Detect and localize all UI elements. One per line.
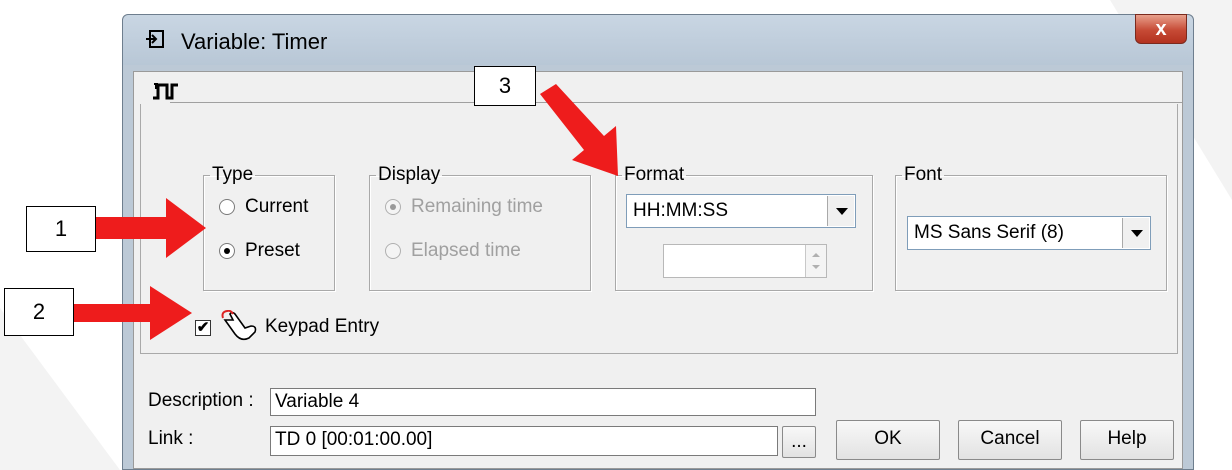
settings-panel: Type Current Preset Display Remaining ti… <box>140 104 1178 354</box>
window-icon <box>146 30 164 48</box>
display-option-remaining: Remaining time <box>385 196 543 218</box>
format-legend: Format <box>624 164 685 185</box>
radio-current[interactable] <box>219 199 235 215</box>
format-select[interactable]: HH:MM:SS <box>626 194 856 228</box>
display-option-elapsed: Elapsed time <box>385 240 521 262</box>
type-legend: Type <box>212 164 254 185</box>
font-select[interactable]: MS Sans Serif (8) <box>907 216 1151 250</box>
ok-button[interactable]: OK <box>836 420 940 460</box>
format-selected-value: HH:MM:SS <box>633 200 728 221</box>
display-legend: Display <box>378 164 441 185</box>
dialog-client: Type Current Preset Display Remaining ti… <box>133 71 1183 469</box>
link-label: Link : <box>148 428 194 449</box>
help-button[interactable]: Help <box>1080 420 1174 460</box>
annotation-3: 3 <box>474 66 536 106</box>
close-button[interactable]: x <box>1135 14 1187 44</box>
tab-divider <box>170 102 1182 103</box>
keypad-hand-icon <box>221 310 257 341</box>
type-option-preset[interactable]: Preset <box>219 240 300 262</box>
format-spin-field[interactable] <box>663 244 827 278</box>
annotation-1: 1 <box>26 206 96 252</box>
radio-preset[interactable] <box>219 243 235 259</box>
font-selected-value: MS Sans Serif (8) <box>914 222 1064 243</box>
type-option-current[interactable]: Current <box>219 196 308 218</box>
keypad-label: Keypad Entry <box>265 316 380 337</box>
cancel-button[interactable]: Cancel <box>958 420 1062 460</box>
timer-pulse-icon[interactable] <box>152 82 180 100</box>
annotation-2: 2 <box>4 288 74 336</box>
title-bar: Variable: Timer x <box>123 14 1193 65</box>
radio-remaining-time <box>385 199 401 215</box>
type-group: Type <box>203 164 335 291</box>
chevron-down-icon[interactable] <box>1122 218 1149 248</box>
window-title: Variable: Timer <box>181 29 328 54</box>
radio-elapsed-time <box>385 243 401 259</box>
display-group: Display <box>369 164 591 291</box>
font-legend: Font <box>904 164 943 185</box>
link-browse-button[interactable]: ... <box>782 426 816 458</box>
description-label: Description : <box>148 390 254 411</box>
keypad-checkbox[interactable]: ✔ <box>195 320 211 336</box>
chevron-down-icon[interactable] <box>827 196 854 226</box>
dialog-window: Variable: Timer x Type Current Preset Di… <box>122 14 1194 470</box>
spin-arrows-icon[interactable] <box>805 245 826 277</box>
link-input[interactable]: TD 0 [00:01:00.00] <box>270 426 778 456</box>
description-input[interactable]: Variable 4 <box>270 388 816 416</box>
